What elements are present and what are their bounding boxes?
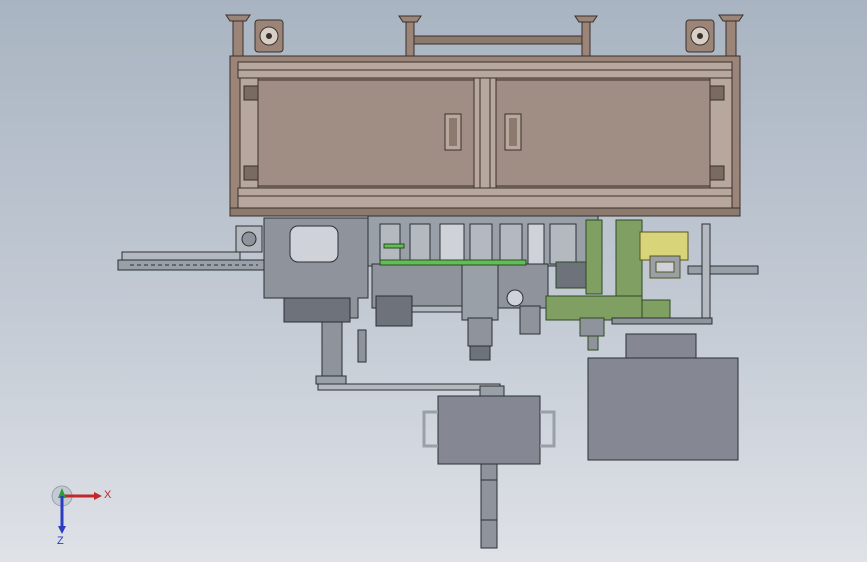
x-axis-label: X [104, 489, 112, 501]
link-arm [315, 375, 505, 397]
left-column [321, 321, 367, 379]
coordinate-triad: X Z [51, 485, 112, 547]
z-axis-label: Z [57, 535, 64, 547]
top-posts [225, 14, 744, 63]
cabinet-center-mullion [473, 77, 497, 189]
caster-wheel-right-icon [685, 19, 715, 53]
right-large-box [587, 333, 739, 461]
yellow-component [639, 231, 689, 279]
cabinet-door-left[interactable] [257, 79, 475, 187]
cabinet-door-right[interactable] [495, 79, 711, 187]
left-arm-rail [117, 251, 265, 271]
cad-viewport[interactable]: X Z [0, 0, 867, 562]
lower-box-with-handles [422, 395, 556, 549]
machine-assembly-model[interactable] [0, 0, 867, 562]
caster-wheel-left-icon [254, 19, 284, 53]
